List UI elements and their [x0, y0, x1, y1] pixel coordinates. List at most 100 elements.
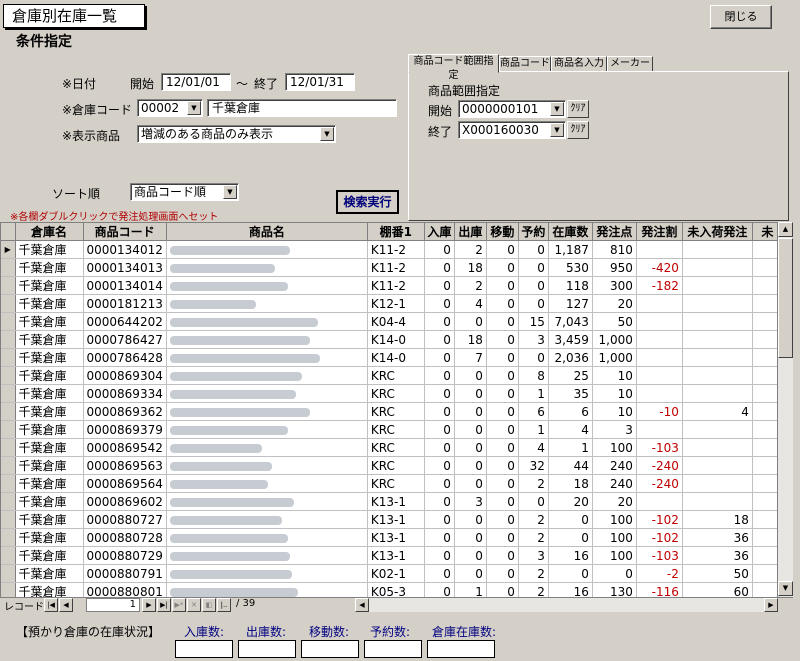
warehouse-name-cell[interactable]: 千葉倉庫	[15, 564, 84, 583]
date-start-input[interactable]: 12/01/01	[161, 73, 231, 91]
warehouse-name-cell[interactable]: 千葉倉庫	[15, 510, 84, 529]
incoming-cell[interactable]: 0	[424, 276, 455, 295]
last-record-icon[interactable]: ▶|	[157, 598, 171, 612]
reserved-cell[interactable]: 2	[518, 528, 549, 547]
item-name-cell-redacted[interactable]	[166, 402, 368, 421]
shelf-cell[interactable]: KRC	[367, 402, 425, 421]
transfer-cell[interactable]: 0	[486, 384, 519, 403]
scroll-left-icon[interactable]: ◀	[355, 598, 369, 612]
record-number-input[interactable]: 1	[86, 598, 140, 612]
undelivered-order-cell[interactable]	[682, 276, 753, 295]
range-start-select[interactable]: 0000000101 ▼	[458, 100, 566, 118]
reserved-cell[interactable]: 32	[518, 456, 549, 475]
item-name-cell-redacted[interactable]	[166, 330, 368, 349]
undelivered-order-cell[interactable]	[682, 420, 753, 439]
scroll-right-icon[interactable]: ▶	[764, 598, 778, 612]
reorder-point-cell[interactable]: 50	[592, 312, 637, 331]
tab-code-range[interactable]: 商品コード範囲指定	[408, 54, 499, 81]
shelf-cell[interactable]: K13-1	[367, 546, 425, 565]
outgoing-cell[interactable]: 0	[454, 384, 487, 403]
record-selector-arrow-icon[interactable]: ▶	[1, 240, 16, 259]
warehouse-name-cell[interactable]: 千葉倉庫	[15, 546, 84, 565]
inventory-grid[interactable]: 倉庫名 商品コード 商品名 棚番1 入庫 出庫 移動 予約 在庫数 発注点 発注…	[0, 222, 793, 612]
outgoing-cell[interactable]: 0	[454, 546, 487, 565]
item-name-cell-redacted[interactable]	[166, 546, 368, 565]
item-name-cell-redacted[interactable]	[166, 366, 368, 385]
stock-cell[interactable]: 16	[548, 546, 593, 565]
warehouse-name-cell[interactable]: 千葉倉庫	[15, 312, 84, 331]
undelivered-order-cell[interactable]	[682, 384, 753, 403]
incoming-cell[interactable]: 0	[424, 348, 455, 367]
order-split-cell[interactable]: -240	[636, 474, 683, 493]
undelivered-order-cell[interactable]	[682, 492, 753, 511]
table-row[interactable]: 千葉倉庫 0000869564 KRC 0 0 0 2 18 240 -240	[1, 474, 783, 493]
table-row[interactable]: 千葉倉庫 0000869542 KRC 0 0 0 4 1 100 -103	[1, 438, 783, 457]
reorder-point-cell[interactable]: 3	[592, 420, 637, 439]
outgoing-cell[interactable]: 0	[454, 366, 487, 385]
transfer-cell[interactable]: 0	[486, 276, 519, 295]
transfer-cell[interactable]: 0	[486, 492, 519, 511]
reserved-cell[interactable]: 8	[518, 366, 549, 385]
item-code-cell[interactable]: 0000880729	[83, 546, 167, 565]
item-code-cell[interactable]: 0000869304	[83, 366, 167, 385]
outgoing-cell[interactable]: 2	[454, 240, 487, 259]
range-start-clear-button[interactable]: ｸﾘｱ	[567, 100, 589, 118]
stock-cell[interactable]: 3,459	[548, 330, 593, 349]
reserved-cell[interactable]: 4	[518, 438, 549, 457]
reorder-point-cell[interactable]: 1,000	[592, 330, 637, 349]
shelf-cell[interactable]: K11-2	[367, 240, 425, 259]
delete-record-icon[interactable]: ✕	[187, 598, 201, 612]
transfer-cell[interactable]: 0	[486, 348, 519, 367]
outgoing-cell[interactable]: 0	[454, 564, 487, 583]
order-split-cell[interactable]: -240	[636, 456, 683, 475]
stock-cell[interactable]: 44	[548, 456, 593, 475]
transfer-cell[interactable]: 0	[486, 366, 519, 385]
reorder-point-cell[interactable]: 10	[592, 384, 637, 403]
reorder-point-cell[interactable]: 810	[592, 240, 637, 259]
record-selector[interactable]	[1, 510, 16, 529]
warehouse-name-cell[interactable]: 千葉倉庫	[15, 348, 84, 367]
stock-cell[interactable]: 530	[548, 258, 593, 277]
next-record-icon[interactable]: ▶	[142, 598, 156, 612]
item-code-cell[interactable]: 0000880728	[83, 528, 167, 547]
stock-cell[interactable]: 1,187	[548, 240, 593, 259]
record-selector[interactable]	[1, 528, 16, 547]
table-row[interactable]: 千葉倉庫 0000869602 K13-1 0 3 0 0 20 20	[1, 492, 783, 511]
col-header[interactable]: 予約	[518, 223, 549, 241]
incoming-cell[interactable]: 0	[424, 564, 455, 583]
shelf-cell[interactable]: KRC	[367, 474, 425, 493]
item-name-cell-redacted[interactable]	[166, 420, 368, 439]
item-code-cell[interactable]: 0000869564	[83, 474, 167, 493]
stock-cell[interactable]: 25	[548, 366, 593, 385]
filter-record-icon[interactable]: ◧	[202, 598, 216, 612]
reorder-point-cell[interactable]: 100	[592, 546, 637, 565]
item-code-cell[interactable]: 0000644202	[83, 312, 167, 331]
transfer-cell[interactable]: 0	[486, 564, 519, 583]
col-header[interactable]: 発注点	[592, 223, 637, 241]
stock-cell[interactable]: 2,036	[548, 348, 593, 367]
transfer-cell[interactable]: 0	[486, 510, 519, 529]
item-code-cell[interactable]: 0000869602	[83, 492, 167, 511]
record-selector[interactable]	[1, 492, 16, 511]
transfer-cell[interactable]: 0	[486, 258, 519, 277]
item-code-cell[interactable]: 0000880727	[83, 510, 167, 529]
item-code-cell[interactable]: 0000880791	[83, 564, 167, 583]
col-header[interactable]: 倉庫名	[15, 223, 84, 241]
reserved-cell[interactable]: 0	[518, 348, 549, 367]
date-end-input[interactable]: 12/01/31	[285, 73, 355, 91]
outgoing-cell[interactable]: 0	[454, 312, 487, 331]
shelf-cell[interactable]: KRC	[367, 420, 425, 439]
stock-cell[interactable]: 4	[548, 420, 593, 439]
undelivered-order-cell[interactable]	[682, 474, 753, 493]
table-row[interactable]: 千葉倉庫 0000880728 K13-1 0 0 0 2 0 100 -102 36	[1, 528, 783, 547]
transfer-cell[interactable]: 0	[486, 240, 519, 259]
order-split-cell[interactable]: -10	[636, 402, 683, 421]
undelivered-order-cell[interactable]: 4	[682, 402, 753, 421]
item-name-cell-redacted[interactable]	[166, 258, 368, 277]
shelf-cell[interactable]: KRC	[367, 456, 425, 475]
reorder-point-cell[interactable]: 240	[592, 456, 637, 475]
scroll-thumb[interactable]	[778, 238, 793, 358]
item-name-cell-redacted[interactable]	[166, 510, 368, 529]
transfer-cell[interactable]: 0	[486, 312, 519, 331]
incoming-cell[interactable]: 0	[424, 384, 455, 403]
